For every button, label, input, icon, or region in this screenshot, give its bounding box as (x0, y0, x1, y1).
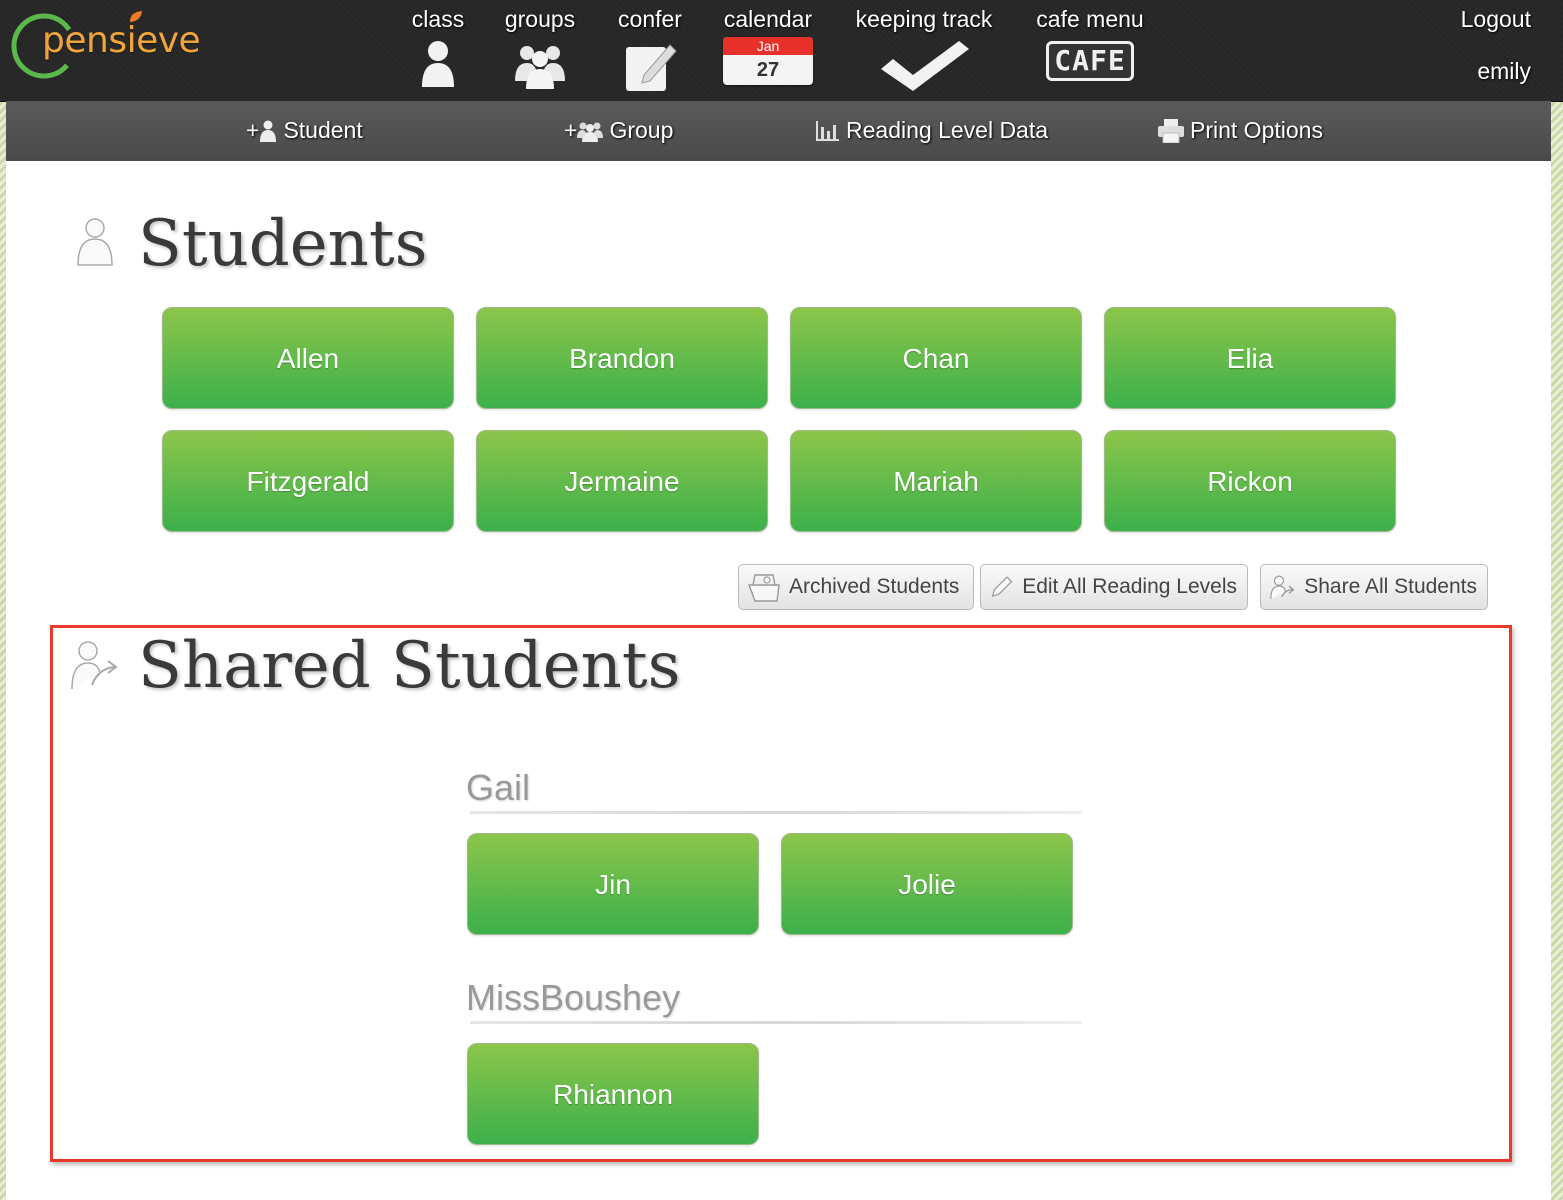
plus-text: + (246, 117, 260, 143)
print-options-button[interactable]: Print Options (1158, 117, 1323, 144)
student-button[interactable]: Allen (162, 307, 454, 409)
print-options-label: Print Options (1190, 117, 1323, 143)
person-icon (260, 120, 277, 142)
nav-calendar-label: calendar (723, 6, 813, 32)
owner-divider (470, 811, 1082, 814)
nav-calendar[interactable]: calendar Jan 27 (716, 6, 820, 85)
reading-level-data-button[interactable]: Reading Level Data (816, 117, 1048, 144)
shared-student-button[interactable]: Jolie (781, 833, 1073, 935)
shared-student-button[interactable]: Jin (467, 833, 759, 935)
nav-groups-label: groups (504, 6, 576, 32)
action-toolbar: + Student + Group Reading Level Data Pri… (6, 101, 1551, 161)
share-all-students-label: Share All Students (1304, 575, 1477, 598)
pencil-icon (991, 576, 1013, 597)
shared-students-heading: Shared Students (138, 629, 681, 703)
notepad-pencil-icon (626, 44, 677, 91)
student-section-icon (77, 218, 113, 266)
group-icon (577, 122, 604, 142)
student-button[interactable]: Fitzgerald (162, 430, 454, 532)
printer-icon (1158, 118, 1184, 143)
plus-text: + (564, 117, 578, 143)
top-navigation-bar: pensieve class groups confer calendar Ja… (0, 0, 1563, 102)
nav-cafe-menu-label: cafe menu (1036, 6, 1144, 32)
nav-cafe-menu[interactable]: cafe menu CAFE (1030, 6, 1150, 81)
share-all-students-button[interactable]: Share All Students (1260, 564, 1488, 610)
reading-level-data-label: Reading Level Data (846, 117, 1049, 143)
add-student-label: Student (283, 117, 363, 143)
person-icon (422, 41, 454, 87)
student-button[interactable]: Brandon (476, 307, 768, 409)
main-content: Students Allen Brandon Chan Elia Fitzger… (6, 161, 1551, 1200)
group-icon (515, 46, 565, 89)
calendar-day: 27 (756, 59, 780, 81)
student-button[interactable]: Elia (1104, 307, 1396, 409)
add-student-button[interactable]: + Student (246, 117, 363, 144)
pensieve-logo[interactable]: pensieve (10, 8, 220, 80)
student-button[interactable]: Chan (790, 307, 1082, 409)
students-heading: Students (138, 207, 428, 281)
checkmark-icon (881, 41, 969, 91)
share-person-icon (1270, 575, 1295, 599)
nav-groups[interactable]: groups (496, 6, 584, 89)
nav-class[interactable]: class (406, 6, 470, 89)
edit-all-reading-levels-button[interactable]: Edit All Reading Levels (980, 564, 1248, 610)
add-group-label: Group (609, 117, 674, 143)
nav-keeping-track-label: keeping track (855, 6, 993, 32)
add-group-button[interactable]: + Group (564, 117, 673, 144)
cafe-icon: CAFE (1046, 41, 1134, 81)
calendar-month: Jan (723, 37, 813, 55)
nav-keeping-track[interactable]: keeping track (848, 6, 1000, 93)
username[interactable]: emily (1477, 58, 1531, 85)
student-button[interactable]: Mariah (790, 430, 1082, 532)
shared-student-button[interactable]: Rhiannon (467, 1043, 759, 1145)
nav-confer-label: confer (618, 6, 682, 32)
logo-wordmark: pensieve (42, 20, 201, 61)
edit-all-reading-levels-label: Edit All Reading Levels (1022, 575, 1237, 598)
student-button[interactable]: Jermaine (476, 430, 768, 532)
calendar-icon: Jan 27 (723, 37, 813, 85)
owner-name: MissBoushey (466, 977, 681, 1018)
bar-chart-icon (816, 120, 839, 141)
nav-class-label: class (411, 6, 465, 32)
archived-students-button[interactable]: Archived Students (738, 564, 974, 610)
owner-name: Gail (466, 767, 531, 808)
owner-divider (470, 1021, 1082, 1024)
shared-section-icon (71, 641, 118, 690)
archived-students-label: Archived Students (789, 575, 960, 598)
student-button[interactable]: Rickon (1104, 430, 1396, 532)
nav-confer[interactable]: confer (612, 6, 688, 93)
logout-link[interactable]: Logout (1461, 6, 1531, 33)
archive-box-icon (747, 574, 780, 602)
